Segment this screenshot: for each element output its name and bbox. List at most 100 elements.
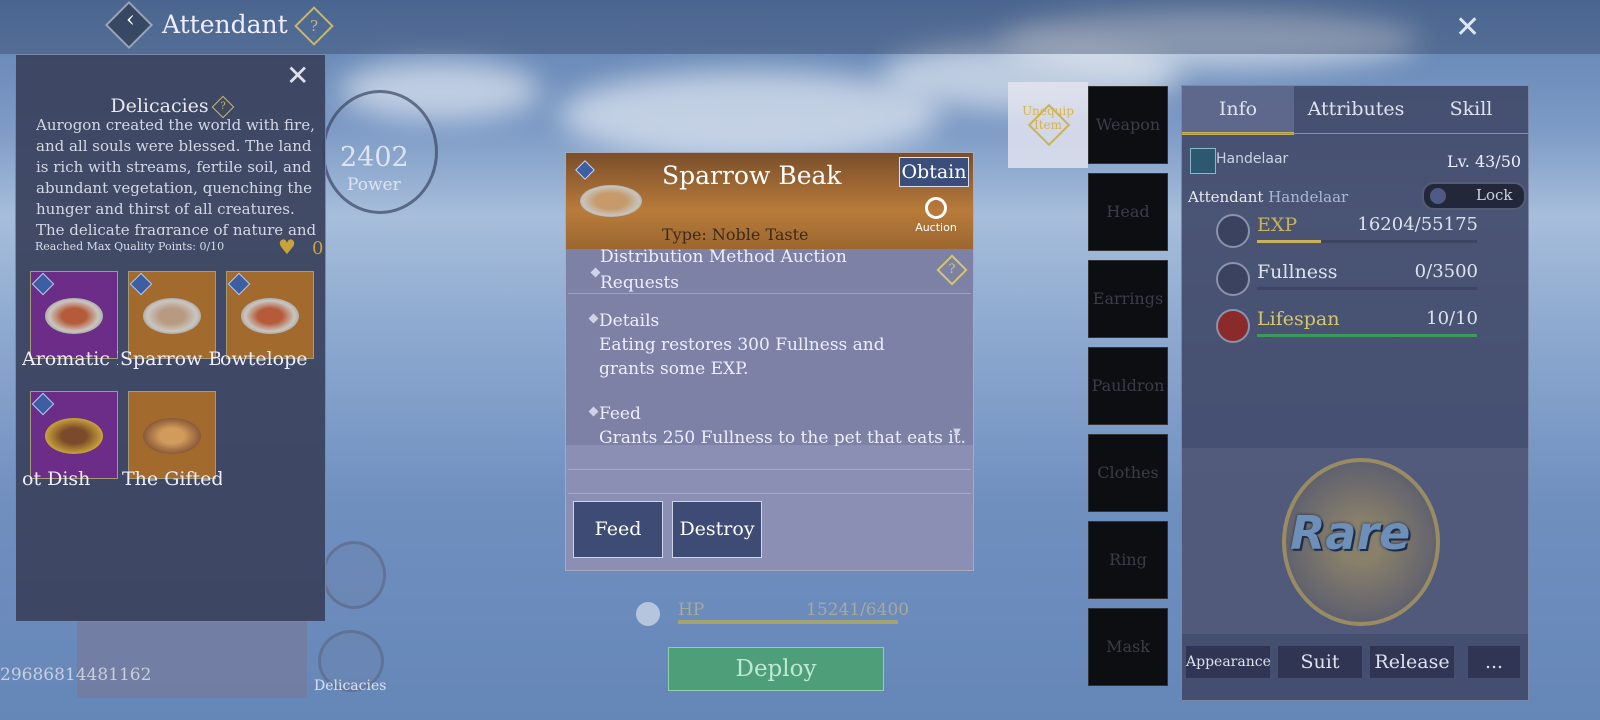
rarity-icon	[227, 272, 251, 296]
rarity-icon	[129, 272, 153, 296]
divider	[568, 493, 971, 494]
slot-label: Earrings	[1092, 289, 1164, 308]
toggle-knob	[1430, 188, 1446, 204]
close-button[interactable]: ✕	[1455, 10, 1480, 45]
item-slot[interactable]	[128, 391, 216, 479]
fullness-icon	[1216, 262, 1250, 296]
tab-attributes[interactable]: Attributes	[1298, 86, 1414, 132]
cloud	[560, 70, 940, 160]
deploy-button[interactable]: Deploy	[668, 647, 884, 691]
distribution-method: Distribution Method Auction	[600, 247, 847, 267]
more-button[interactable]: ...	[1468, 646, 1520, 678]
attendant-label-text: Attendant	[1188, 188, 1264, 206]
fullness-value: 0/3500	[1414, 261, 1478, 282]
appearance-button[interactable]: Appearance	[1186, 646, 1271, 678]
item-slot[interactable]	[128, 271, 216, 359]
lifespan-value: 10/10	[1426, 308, 1478, 329]
item-name: Sparrow Be	[120, 348, 220, 370]
item-name: owtelope	[220, 348, 308, 370]
slot-label: Clothes	[1097, 463, 1159, 482]
item-name: Aromatic L	[22, 348, 118, 370]
divider	[568, 469, 971, 470]
attendant-info-panel: Info Attributes Skill Handelaar Lv. 43/5…	[1181, 85, 1529, 701]
slot-label: Mask	[1106, 637, 1150, 656]
feed-title: Feed	[599, 404, 641, 424]
release-button[interactable]: Release	[1370, 646, 1454, 678]
lock-toggle[interactable]: Lock	[1422, 182, 1526, 210]
quality-points-value: 0	[312, 238, 324, 259]
auction-icon	[925, 197, 947, 219]
divider	[568, 293, 971, 294]
lifespan-heart-icon	[1216, 309, 1250, 343]
slot-ring[interactable]: Ring	[1088, 521, 1168, 599]
item-slot[interactable]	[226, 271, 314, 359]
slot-weapon[interactable]: Weapon	[1088, 86, 1168, 164]
details-text: Eating restores 300 Fullness and grants …	[599, 335, 885, 379]
exp-bar-fill	[1257, 240, 1321, 243]
obtain-button[interactable]: Obtain	[899, 157, 969, 187]
rarity-icon	[31, 272, 55, 296]
details-title: Details	[599, 311, 660, 331]
dish-icon	[143, 298, 201, 334]
slot-pauldron[interactable]: Pauldron	[1088, 347, 1168, 425]
hp-icon	[636, 602, 660, 626]
slot-label: Head	[1106, 202, 1150, 221]
tab-info[interactable]: Info	[1182, 86, 1294, 135]
suit-button[interactable]: Suit	[1278, 646, 1362, 678]
unequip-slot[interactable]: Unequip Item	[1008, 82, 1088, 168]
lifespan-bar	[1257, 334, 1477, 337]
hp-bar	[678, 620, 898, 624]
slot-label: Weapon	[1095, 115, 1161, 134]
fish-icon-button[interactable]	[322, 541, 386, 609]
scroll-down-icon[interactable]: ▼	[953, 427, 961, 438]
rarity-icon	[31, 392, 55, 416]
power-label: Power	[347, 175, 401, 195]
attendant-name: Handelaar	[1216, 151, 1289, 167]
chevron-left-icon: ‹	[125, 7, 135, 33]
attendant-name-secondary: Handelaar	[1268, 188, 1349, 206]
dish-icon	[45, 298, 103, 334]
delicacies-panel: ✕ Delicacies? Aurogon created the world …	[15, 54, 326, 622]
tab-skill[interactable]: Skill	[1414, 86, 1528, 132]
item-slot[interactable]	[30, 391, 118, 479]
question-icon: ?	[309, 17, 319, 35]
page-title: Attendant	[162, 10, 288, 39]
destroy-button[interactable]: Destroy	[672, 501, 762, 558]
slot-mask[interactable]: Mask	[1088, 608, 1168, 686]
hp-label: HP	[678, 600, 705, 620]
auction-label: Auction	[915, 221, 957, 234]
rarity-icon	[575, 160, 595, 180]
lore-description: Aurogon created the world with fire, and…	[36, 116, 317, 235]
item-name: The Gifted	[122, 468, 222, 490]
exp-bar	[1257, 240, 1477, 243]
item-type: Type: Noble Taste	[662, 225, 809, 244]
attendant-level: Lv. 43/50	[1447, 152, 1522, 171]
panel-title-text: Delicacies	[110, 95, 209, 117]
hp-value: 15241/6400	[806, 600, 910, 620]
feed-text: Grants 250 Fullness to the pet that eats…	[599, 428, 966, 446]
quality-points-label: Reached Max Quality Points: 0/10	[35, 240, 225, 253]
dish-icon	[241, 298, 299, 334]
background-panel	[77, 620, 307, 698]
pot-icon	[45, 418, 103, 454]
exp-value: 16204/55175	[1357, 214, 1478, 235]
divider	[1182, 133, 1528, 134]
lock-label: Lock	[1476, 186, 1513, 204]
slot-earrings[interactable]: Earrings	[1088, 260, 1168, 338]
close-icon[interactable]: ✕	[286, 59, 309, 92]
slot-clothes[interactable]: Clothes	[1088, 434, 1168, 512]
auction-button[interactable]: Auction	[914, 197, 958, 237]
exp-label: EXP	[1257, 214, 1298, 236]
slot-label: Pauldron	[1091, 376, 1165, 395]
dish-icon	[580, 185, 642, 217]
feed-button[interactable]: Feed	[573, 501, 663, 558]
power-value: 2402	[340, 142, 409, 173]
requests-label: Requests	[600, 273, 680, 293]
item-slot[interactable]	[30, 271, 118, 359]
dish-icon	[143, 418, 201, 454]
attendant-label: Attendant Handelaar	[1188, 188, 1348, 206]
heart-icon: ♥	[278, 235, 296, 259]
attendant-avatar	[1190, 148, 1216, 174]
slot-head[interactable]: Head	[1088, 173, 1168, 251]
rarity-label: Rare	[1290, 506, 1411, 560]
